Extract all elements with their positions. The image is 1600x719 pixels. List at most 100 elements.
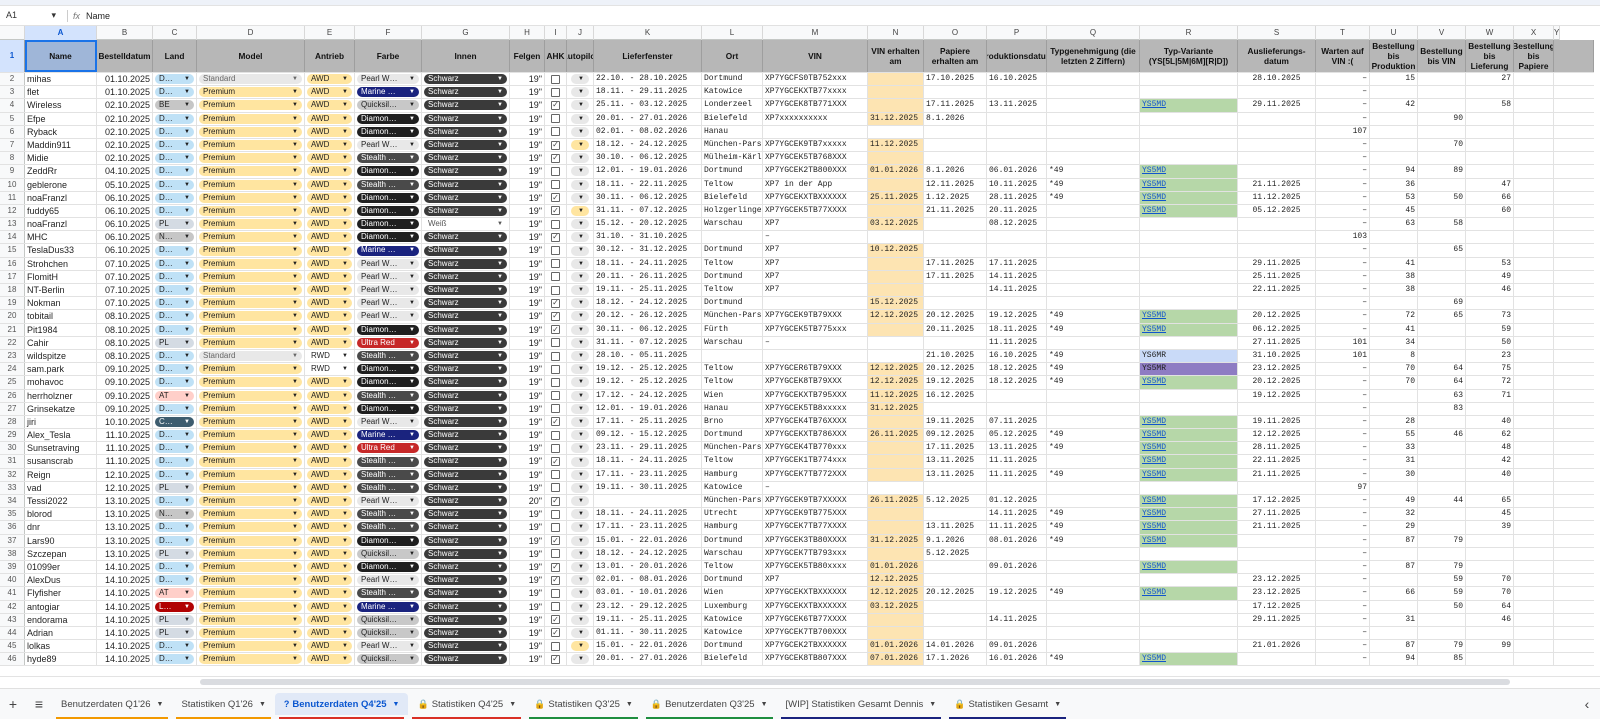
cell-papiere[interactable]: 13.11.2025: [924, 468, 987, 481]
cell-vin[interactable]: XP7: [763, 270, 868, 283]
cell-papiere[interactable]: 21.10.2025: [924, 349, 987, 363]
innen-dropdown[interactable]: Schwarz ▼: [424, 654, 507, 665]
cell-bestellung-vin[interactable]: [1418, 323, 1466, 336]
cell-bestellung-vin[interactable]: [1418, 270, 1466, 283]
cell-farbe[interactable]: Stealth … ▼: [355, 587, 422, 600]
innen-dropdown[interactable]: Schwarz ▼: [424, 627, 507, 638]
cell-produktionsdatum[interactable]: 10.11.2025: [987, 178, 1047, 191]
cell-bestelldatum[interactable]: 13.10.2025: [97, 547, 153, 560]
land-chip[interactable]: N… ▼: [155, 509, 194, 520]
cell-land[interactable]: D… ▼: [153, 376, 197, 389]
cell-bestellung-lieferung[interactable]: [1466, 152, 1514, 165]
cell-land[interactable]: D… ▼: [153, 560, 197, 574]
cell-ahk[interactable]: [545, 73, 567, 86]
cell-bestellung-produktion[interactable]: 31: [1370, 613, 1418, 626]
cell-land[interactable]: N… ▼: [153, 231, 197, 244]
cell-typgenehmigung[interactable]: [1047, 86, 1140, 99]
column-letter-m[interactable]: M: [763, 26, 868, 40]
cell-ahk[interactable]: [545, 521, 567, 534]
cell-empty[interactable]: [1514, 653, 1554, 666]
cell-typgenehmigung[interactable]: [1047, 138, 1140, 152]
cell-ahk[interactable]: ✓: [545, 323, 567, 336]
cell-papiere[interactable]: 19.12.2025: [924, 376, 987, 389]
cell-ahk[interactable]: [545, 86, 567, 99]
cell-ort[interactable]: Teltow: [702, 257, 763, 270]
cell-innen[interactable]: Schwarz ▼: [422, 481, 510, 494]
cell-auslieferung[interactable]: 20.12.2025: [1238, 310, 1316, 323]
cell-name[interactable]: Lars90: [25, 534, 97, 547]
cell-vin-erhalten[interactable]: 12.12.2025: [868, 587, 924, 600]
cell-typ-variante[interactable]: YS5MD: [1140, 653, 1238, 666]
cell-typ-variante[interactable]: YS5MD: [1140, 560, 1238, 574]
cell-empty[interactable]: [1514, 560, 1554, 574]
cell-felgen[interactable]: 19": [510, 626, 545, 640]
cell-bestelldatum[interactable]: 14.10.2025: [97, 613, 153, 626]
cell-name[interactable]: jiri: [25, 415, 97, 429]
sheet-tab[interactable]: 🔒 Benutzerdaten Q3'25 ▼: [642, 693, 777, 719]
antrieb-dropdown[interactable]: AWD ▼: [307, 522, 352, 533]
cell-bestelldatum[interactable]: 06.10.2025: [97, 231, 153, 244]
cell-farbe[interactable]: Diamon… ▼: [355, 376, 422, 389]
column-letter-k[interactable]: K: [594, 26, 702, 40]
ahk-checkbox[interactable]: ✓: [551, 153, 560, 163]
cell-innen[interactable]: Schwarz ▼: [422, 415, 510, 429]
antrieb-dropdown[interactable]: AWD ▼: [307, 601, 352, 612]
cell-land[interactable]: D… ▼: [153, 257, 197, 270]
cell-ahk[interactable]: [545, 336, 567, 349]
cell-bestellung-vin[interactable]: 50: [1418, 191, 1466, 204]
cell-antrieb[interactable]: AWD ▼: [305, 257, 355, 270]
cell-vin[interactable]: XP7: [763, 244, 868, 257]
cell-land[interactable]: BE ▼: [153, 99, 197, 112]
cell-autopilot[interactable]: ▼: [567, 495, 594, 508]
cell-model[interactable]: Premium ▼: [197, 323, 305, 336]
autopilot-dropdown[interactable]: ▼: [571, 601, 589, 612]
cell-bestellung-produktion[interactable]: 72: [1370, 310, 1418, 323]
cell-innen[interactable]: Schwarz ▼: [422, 402, 510, 415]
antrieb-dropdown[interactable]: AWD ▼: [307, 74, 352, 85]
cell-typgenehmigung[interactable]: *49: [1047, 468, 1140, 481]
cell-model[interactable]: Premium ▼: [197, 534, 305, 547]
antrieb-dropdown[interactable]: AWD ▼: [307, 126, 352, 137]
cell-produktionsdatum[interactable]: 28.11.2025: [987, 191, 1047, 204]
model-dropdown[interactable]: Premium ▼: [199, 588, 302, 599]
model-dropdown[interactable]: Premium ▼: [199, 482, 302, 493]
cell-model[interactable]: Premium ▼: [197, 297, 305, 310]
cell-bestelldatum[interactable]: 09.10.2025: [97, 402, 153, 415]
ahk-checkbox[interactable]: ✓: [551, 457, 560, 467]
cell-felgen[interactable]: 19": [510, 257, 545, 270]
farbe-dropdown[interactable]: Quicksil… ▼: [357, 614, 419, 625]
cell-auslieferung[interactable]: 29.11.2025: [1238, 99, 1316, 112]
cell-lieferfenster[interactable]: 19.11. - 30.11.2025: [594, 481, 702, 494]
cell-innen[interactable]: Schwarz ▼: [422, 165, 510, 178]
cell-name[interactable]: mihas: [25, 73, 97, 86]
cell-ahk[interactable]: [545, 640, 567, 653]
cell-bestellung-vin[interactable]: 90: [1418, 112, 1466, 125]
cell-lieferfenster[interactable]: 03.01. - 10.01.2026: [594, 587, 702, 600]
cell-innen[interactable]: Schwarz ▼: [422, 323, 510, 336]
innen-dropdown[interactable]: Schwarz ▼: [424, 575, 507, 586]
cell-ahk[interactable]: [545, 600, 567, 613]
cell-model[interactable]: Premium ▼: [197, 389, 305, 402]
model-dropdown[interactable]: Premium ▼: [199, 416, 302, 427]
cell-name[interactable]: Alex_Tesla: [25, 429, 97, 442]
farbe-dropdown[interactable]: Diamon… ▼: [357, 364, 419, 375]
cell-produktionsdatum[interactable]: [987, 481, 1047, 494]
cell-autopilot[interactable]: ▼: [567, 191, 594, 204]
cell-vin[interactable]: XP7YGCEK8TB771XXX: [763, 99, 868, 112]
cell-model[interactable]: Premium ▼: [197, 587, 305, 600]
cell-bestellung-produktion[interactable]: [1370, 112, 1418, 125]
antrieb-dropdown[interactable]: AWD ▼: [307, 654, 352, 665]
typ-variante-link[interactable]: YS5MD: [1142, 99, 1166, 111]
farbe-dropdown[interactable]: Stealth … ▼: [357, 153, 419, 164]
autopilot-dropdown[interactable]: ▼: [571, 390, 589, 401]
cell-empty[interactable]: [1514, 138, 1554, 152]
cell-bestellung-produktion[interactable]: 63: [1370, 218, 1418, 231]
cell-warten-vin[interactable]: 103: [1316, 231, 1370, 244]
cell-bestellung-vin[interactable]: [1418, 481, 1466, 494]
cell-antrieb[interactable]: AWD ▼: [305, 429, 355, 442]
cell-auslieferung[interactable]: 19.12.2025: [1238, 389, 1316, 402]
cell-auslieferung[interactable]: [1238, 626, 1316, 640]
cell-empty[interactable]: [1514, 310, 1554, 323]
cell-felgen[interactable]: 19": [510, 455, 545, 468]
cell-autopilot[interactable]: ▼: [567, 323, 594, 336]
